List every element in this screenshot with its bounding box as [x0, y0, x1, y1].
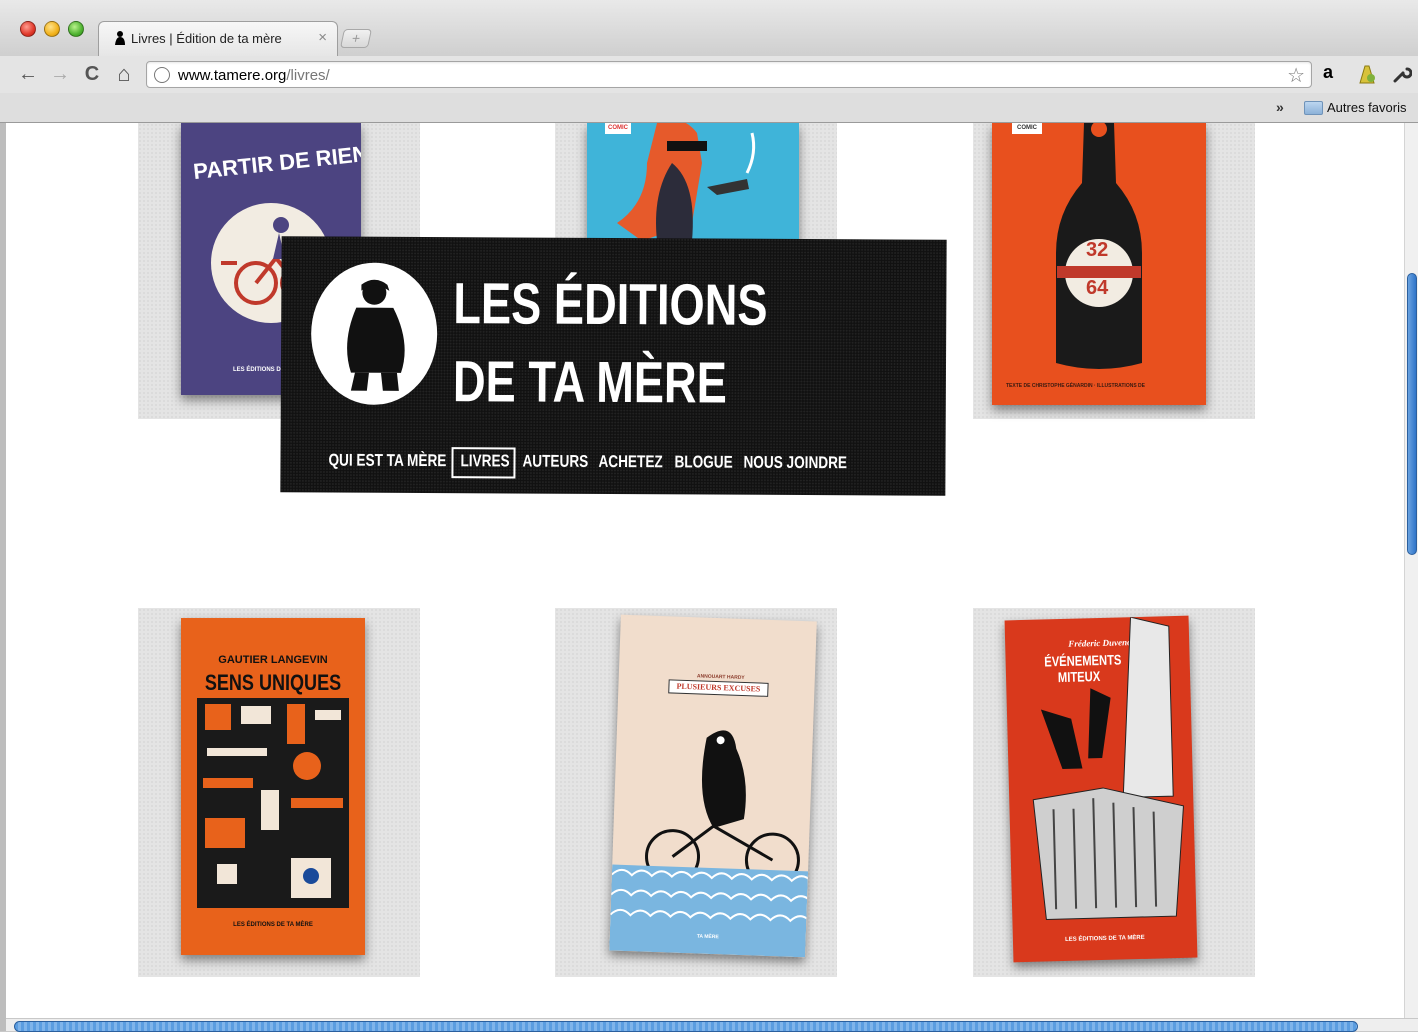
site-brand[interactable]: LES ÉDITIONS DE TA MÈRE [453, 265, 768, 423]
folder-icon [1304, 101, 1323, 115]
tab-title: Livres | Édition de ta mère [131, 31, 282, 46]
wrench-icon[interactable] [1392, 64, 1412, 84]
forward-icon[interactable]: → [48, 62, 72, 86]
book-cover: COMIC 32 64 TEXTE DE CHRISTOPHE GÉNARDIN… [992, 123, 1206, 405]
site-header-banner: LES ÉDITIONS DE TA MÈRE QUI EST TA MÈRE … [280, 236, 946, 495]
url-host: www.tamere.org [178, 67, 286, 84]
tab-livres[interactable]: Livres | Édition de ta mère × [98, 21, 338, 56]
book-cover: Fréderic Duvenot ÉVÉNEMENTS MITEUX LES É… [1005, 616, 1198, 963]
nav-blogue[interactable]: BLOGUE [674, 446, 732, 478]
masked-gunman-illustration [587, 123, 799, 241]
browser-window: Livres | Édition de ta mère × + ← → C ⌂ … [0, 0, 1418, 1031]
new-tab-button[interactable]: + [340, 29, 372, 48]
close-window-button[interactable] [20, 21, 36, 37]
extension-icon[interactable] [1356, 63, 1378, 85]
horizontal-scrollbar[interactable] [6, 1018, 1418, 1031]
brand-line-1: LES ÉDITIONS [453, 265, 768, 345]
address-bar[interactable]: www.tamere.org/livres/ ☆ [146, 61, 1312, 88]
book-card-sens-uniques[interactable]: GAUTIER LANGEVIN SENS UNIQUES [138, 608, 420, 977]
minimize-window-button[interactable] [44, 21, 60, 37]
title-bar: Livres | Édition de ta mère × + [0, 0, 1418, 56]
bookmarks-overflow-icon[interactable]: » [1276, 99, 1284, 115]
back-icon[interactable]: ← [16, 62, 40, 86]
book-card-32-64[interactable]: COMIC 32 64 TEXTE DE CHRISTOPHE GÉNARDIN… [973, 123, 1255, 419]
amazon-extension-icon[interactable]: a [1323, 62, 1333, 83]
zoom-window-button[interactable] [68, 21, 84, 37]
nav-livres[interactable]: LIVRES [460, 445, 509, 477]
nav-auteurs[interactable]: AUTEURS [522, 446, 588, 478]
book-credits: TEXTE DE CHRISTOPHE GÉNARDIN · ILLUSTRAT… [1006, 383, 1145, 389]
nav-qui-est-ta-mere[interactable]: QUI EST TA MÈRE [328, 445, 446, 478]
reload-icon[interactable]: C [80, 62, 104, 86]
navigation-toolbar: ← → C ⌂ www.tamere.org/livres/ ☆ a [0, 56, 1418, 93]
book-number-top: 32 [1086, 239, 1108, 262]
vertical-scrollbar[interactable] [1404, 123, 1418, 1018]
book-card-evenements-miteux[interactable]: Fréderic Duvenot ÉVÉNEMENTS MITEUX LES É… [973, 608, 1255, 977]
book-title: SENS UNIQUES [198, 670, 349, 696]
book-publisher: LES ÉDITIONS DE TA MÈRE [181, 922, 365, 928]
book-title: PARTIR DE RIEN [192, 143, 350, 185]
other-bookmarks-folder[interactable]: Autres favoris [1327, 100, 1406, 115]
bookmarks-bar: » Autres favoris [0, 93, 1418, 123]
book-cover: ANNOUART HARDY PLUSIEURS EXCUSES TA MÈRE [609, 615, 817, 958]
book-publisher: LES ÉDITIONS D [233, 367, 281, 373]
book-card-plusieurs-excuses[interactable]: ANNOUART HARDY PLUSIEURS EXCUSES TA MÈRE [555, 608, 837, 977]
favicon-icon [113, 30, 127, 46]
horizontal-scroll-thumb[interactable] [14, 1021, 1358, 1032]
bookmark-star-icon[interactable]: ☆ [1287, 63, 1305, 88]
book-title: PLUSIEURS EXCUSES [668, 679, 768, 696]
url-path: /livres/ [286, 67, 329, 84]
nav-nous-joindre[interactable]: NOUS JOINDRE [743, 447, 847, 480]
cyclist-waves-illustration [609, 715, 813, 958]
book-number-bottom: 64 [1086, 277, 1108, 300]
url-text[interactable]: www.tamere.org/livres/ [178, 67, 330, 84]
logo-mother-icon[interactable] [311, 262, 438, 405]
vertical-scroll-thumb[interactable] [1407, 273, 1417, 555]
globe-icon [154, 67, 170, 83]
home-icon[interactable]: ⌂ [112, 62, 136, 86]
book-author: GAUTIER LANGEVIN [181, 654, 365, 666]
abstract-pattern-illustration [197, 698, 349, 908]
book-cover: GAUTIER LANGEVIN SENS UNIQUES [181, 618, 365, 955]
book-cover: COMIC [587, 123, 799, 241]
page-content: PARTIR DE RIEN LES ÉDITIONS D COMIC [6, 123, 1408, 1018]
tab-close-icon[interactable]: × [318, 29, 327, 46]
skyscraper-illustration [1019, 616, 1189, 936]
brand-line-2: DE TA MÈRE [453, 343, 768, 423]
nav-achetez[interactable]: ACHETEZ [598, 446, 662, 478]
book-tag: COMIC [1012, 123, 1042, 134]
